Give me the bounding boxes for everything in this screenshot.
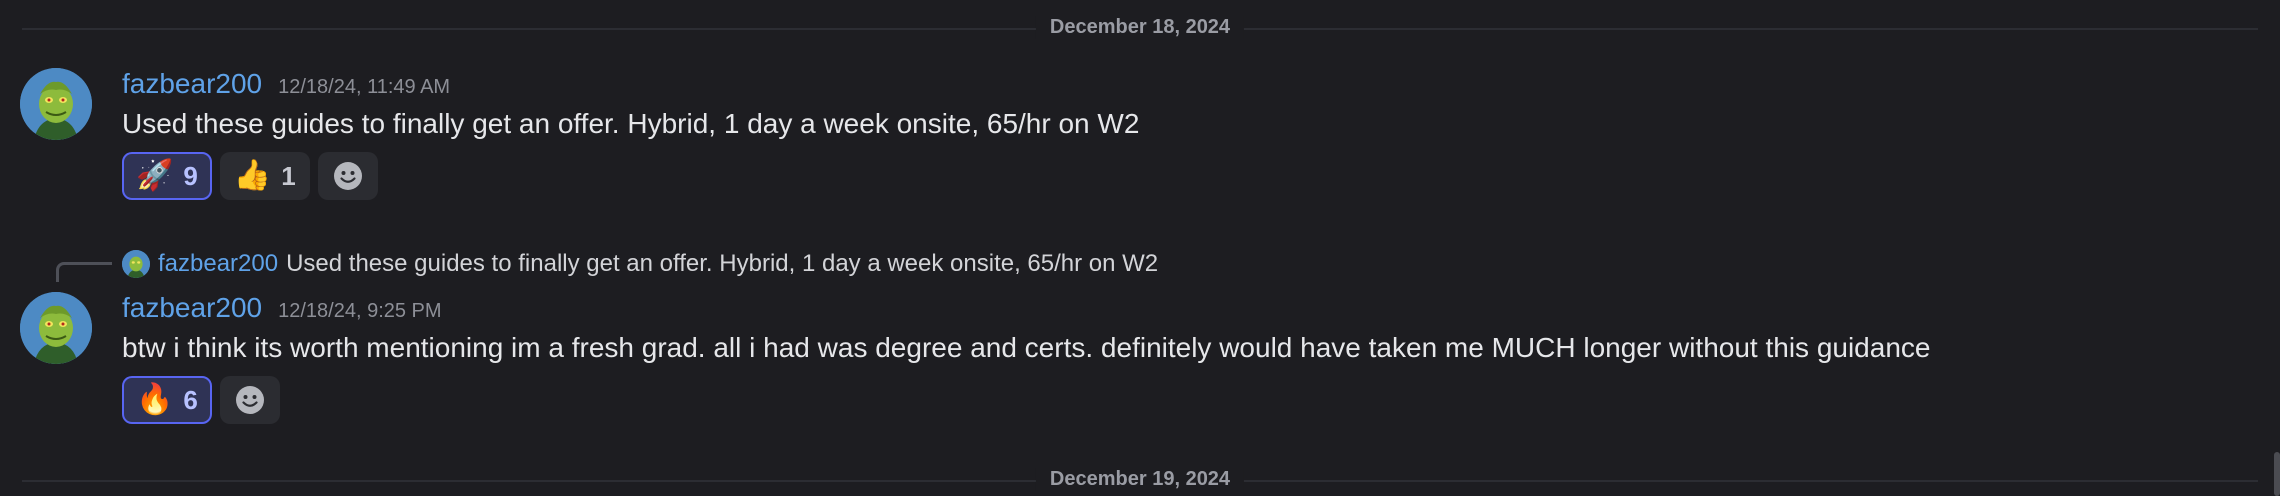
reaction-count: 9 [183, 160, 198, 191]
avatar[interactable] [20, 292, 92, 364]
reaction-rocket[interactable]: 🚀 9 [122, 152, 212, 200]
timestamp[interactable]: 12/18/24, 11:49 AM [278, 76, 450, 99]
message-content: btw i think its worth mentioning im a fr… [122, 332, 1931, 363]
reaction-fire[interactable]: 🔥 6 [122, 376, 212, 424]
add-reaction-button[interactable] [317, 152, 378, 200]
grinch-avatar-icon [20, 292, 92, 364]
smiley-icon [333, 162, 362, 190]
reply-avatar [122, 250, 150, 278]
date-divider-label: December 19, 2024 [1035, 468, 1245, 491]
fire-emoji-icon: 🔥 [136, 383, 174, 416]
reactions-bar: 🔥 6 [122, 376, 280, 424]
avatar[interactable] [20, 68, 92, 140]
rocket-emoji-icon: 🚀 [136, 159, 174, 192]
reaction-thumbs-up[interactable]: 👍 1 [219, 152, 310, 200]
reply-spine [56, 262, 112, 282]
timestamp[interactable]: 12/18/24, 9:25 PM [278, 300, 441, 323]
reply-username[interactable]: fazbear200 [158, 250, 278, 278]
date-divider: December 19, 2024 [22, 468, 2258, 491]
add-reaction-button[interactable] [219, 376, 280, 424]
scrollbar-thumb[interactable] [2274, 452, 2280, 496]
message-header: fazbear200 12/18/24, 9:25 PM [122, 292, 442, 324]
message-content: Used these guides to finally get an offe… [122, 108, 1140, 139]
message-header: fazbear200 12/18/24, 11:49 AM [122, 68, 450, 100]
reactions-bar: 🚀 9 👍 1 [122, 152, 378, 200]
grinch-avatar-icon [122, 250, 150, 278]
thumbs-up-emoji-icon: 👍 [233, 159, 272, 192]
reaction-count: 6 [183, 384, 198, 415]
reply-text[interactable]: Used these guides to finally get an offe… [286, 250, 1158, 278]
username[interactable]: fazbear200 [122, 68, 262, 100]
reaction-count: 1 [281, 160, 296, 191]
date-divider-label: December 18, 2024 [1035, 16, 1245, 39]
grinch-avatar-icon [20, 68, 92, 140]
reply-preview[interactable]: fazbear200 Used these guides to finally … [122, 250, 1158, 278]
smiley-icon [235, 386, 264, 414]
username[interactable]: fazbear200 [122, 292, 262, 324]
date-divider: December 18, 2024 [22, 16, 2258, 39]
